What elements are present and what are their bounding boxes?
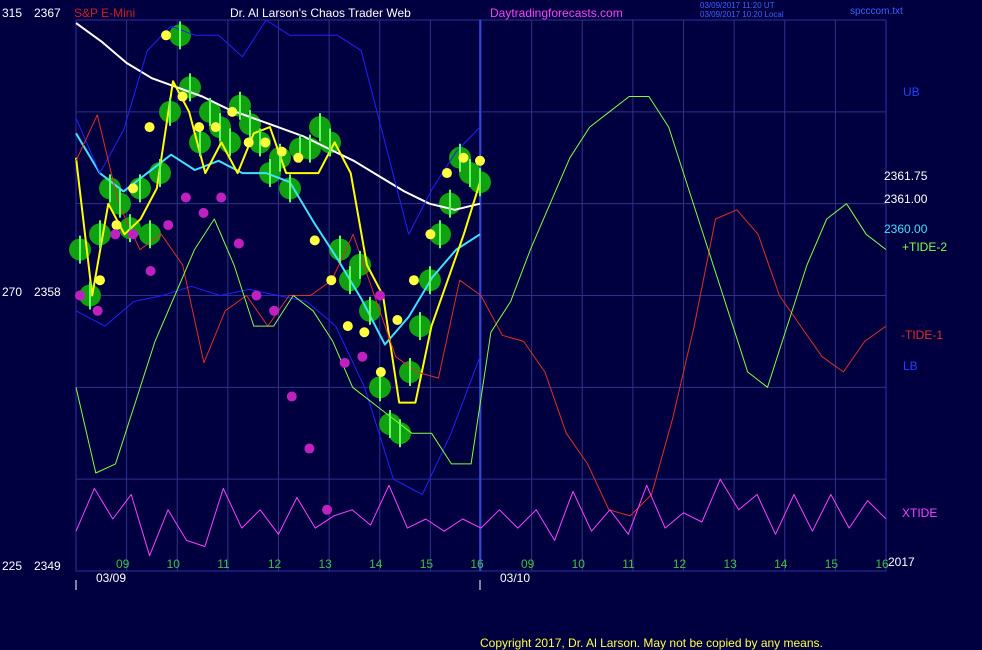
ub-label: UB	[903, 85, 920, 99]
magenta-dot	[180, 192, 191, 203]
magenta-dot	[375, 290, 385, 301]
yellow-dot	[392, 314, 403, 325]
yellow-dot	[342, 321, 353, 332]
x-hour-label: 14	[369, 557, 383, 571]
y-bottom-price: 2349	[34, 559, 61, 573]
yellow-dot	[375, 367, 386, 378]
yellow-dot	[194, 122, 205, 133]
chart-background	[0, 0, 982, 650]
magenta-dot	[110, 229, 121, 240]
lb-label: LB	[903, 359, 918, 373]
x-hour-label: 13	[319, 557, 333, 571]
x-hour-label: 10	[167, 557, 181, 571]
yellow-dot	[210, 122, 221, 133]
yellow-dot	[227, 106, 238, 117]
magenta-dot	[145, 266, 156, 277]
yellow-dot	[276, 146, 287, 157]
x-hour-label: 11	[217, 557, 230, 571]
yellow-dot	[359, 327, 370, 338]
yellow-dot	[326, 275, 337, 286]
magenta-dot	[216, 192, 227, 203]
yellow-dot	[408, 275, 419, 286]
copyright: Copyright 2017, Dr. Al Larson. May not b…	[480, 636, 823, 650]
yellow-dot	[475, 155, 485, 166]
site-name: Daytradingforecasts.com	[490, 6, 623, 20]
magenta-dot	[198, 207, 209, 218]
symbol-label: S&P E-Mini	[74, 6, 135, 20]
yellow-dot	[95, 275, 105, 286]
magenta-dot	[163, 220, 174, 231]
magenta-dot	[286, 391, 297, 402]
yellow-dot	[293, 152, 304, 163]
y-top-price: 2367	[34, 6, 61, 20]
x-hour-label: 13	[724, 557, 738, 571]
tide2-label: +TIDE-2	[902, 240, 947, 254]
magenta-dot	[92, 305, 103, 316]
price-label-2: 2361.00	[884, 192, 928, 206]
y-mid-label: 270	[2, 285, 22, 299]
yellow-dot	[458, 152, 469, 163]
yellow-dot	[161, 30, 172, 41]
yellow-dot	[128, 183, 139, 194]
xtide-label: XTIDE	[902, 506, 937, 520]
yellow-dot	[425, 229, 436, 240]
x-hour-label: 15	[420, 557, 434, 571]
yellow-dot	[260, 137, 271, 148]
x-year: 2017	[888, 555, 915, 569]
x-hour-label: 15	[825, 557, 839, 571]
chart: 315 2367 S&P E-Mini Dr. Al Larson's Chao…	[0, 0, 982, 650]
stamp-local: 03/09/2017 10:20 Local	[700, 10, 784, 19]
tide1-label: -TIDE-1	[901, 328, 943, 342]
yellow-dot	[441, 168, 452, 179]
x-date-2: 03/10	[500, 571, 530, 585]
yellow-dot	[177, 91, 188, 102]
magenta-dot	[322, 504, 333, 515]
magenta-dot	[127, 229, 138, 240]
magenta-dot	[233, 238, 244, 249]
y-mid-price: 2358	[34, 285, 61, 299]
yellow-dot	[309, 235, 320, 246]
price-label-1: 2361.75	[884, 169, 928, 183]
y-top-label: 315	[2, 6, 22, 20]
magenta-dot	[75, 290, 85, 301]
magenta-dot	[269, 305, 280, 316]
yellow-dot	[243, 137, 254, 148]
x-hour-label: 11	[622, 557, 635, 571]
yellow-dot	[111, 220, 122, 231]
file-name: spcccom.txt	[850, 6, 903, 17]
stamp-ut: 03/09/2017 11:20 UT	[700, 1, 775, 10]
magenta-dot	[304, 443, 315, 454]
x-hour-label: 16	[470, 557, 484, 571]
x-hour-label: 10	[572, 557, 586, 571]
y-bottom-label: 225	[2, 559, 22, 573]
magenta-dot	[339, 357, 350, 368]
x-date-1: 03/09	[96, 571, 126, 585]
magenta-dot	[357, 351, 368, 362]
page-title: Dr. Al Larson's Chaos Trader Web	[230, 6, 411, 20]
x-hour-label: 16	[875, 557, 889, 571]
x-hour-label: 14	[774, 557, 788, 571]
x-hour-label: 09	[521, 557, 535, 571]
x-hour-label: 12	[673, 557, 687, 571]
yellow-dot	[144, 122, 155, 133]
x-hour-label: 09	[116, 557, 130, 571]
x-hour-label: 12	[268, 557, 282, 571]
magenta-dot	[251, 290, 262, 301]
price-label-3: 2360.00	[884, 222, 928, 236]
